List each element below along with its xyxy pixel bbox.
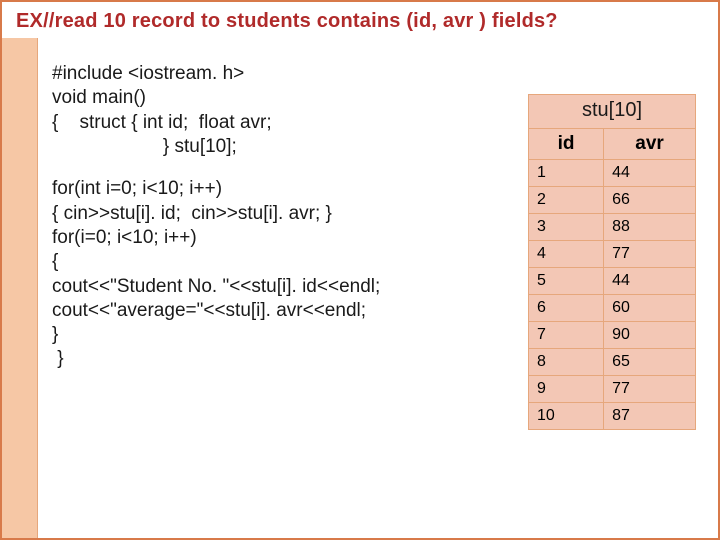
code-line: cout<<"average="<<stu[i]. avr<<endl; xyxy=(52,300,366,321)
table-row: 865 xyxy=(529,349,696,376)
code-line: cout<<"Student No. "<<stu[i]. id<<endl; xyxy=(52,276,380,297)
cell-id: 5 xyxy=(529,268,604,295)
code-content: #include <iostream. h> void main() { str… xyxy=(52,62,482,390)
code-line: { cin>>stu[i]. id; cin>>stu[i]. avr; } xyxy=(52,203,332,224)
cell-id: 4 xyxy=(529,241,604,268)
code-line: void main() xyxy=(52,87,146,108)
table-row: 660 xyxy=(529,295,696,322)
table-row: 790 xyxy=(529,322,696,349)
code-line: { xyxy=(52,251,58,272)
code-line: } xyxy=(52,324,58,345)
cell-avr: 44 xyxy=(604,268,696,295)
table-row: 1087 xyxy=(529,403,696,430)
code-block-1: #include <iostream. h> void main() { str… xyxy=(52,62,482,159)
code-line: for(i=0; i<10; i++) xyxy=(52,227,197,248)
cell-id: 8 xyxy=(529,349,604,376)
table-header-row: id avr xyxy=(529,129,696,160)
struct-caption: stu[10] xyxy=(528,94,696,128)
cell-avr: 88 xyxy=(604,214,696,241)
code-line: for(int i=0; i<10; i++) xyxy=(52,178,222,199)
cell-avr: 87 xyxy=(604,403,696,430)
code-block-2: for(int i=0; i<10; i++) { cin>>stu[i]. i… xyxy=(52,177,482,372)
cell-id: 6 xyxy=(529,295,604,322)
code-line: } stu[10]; xyxy=(52,136,237,157)
cell-id: 1 xyxy=(529,160,604,187)
cell-avr: 60 xyxy=(604,295,696,322)
cell-id: 9 xyxy=(529,376,604,403)
cell-id: 3 xyxy=(529,214,604,241)
code-line: } xyxy=(52,348,64,369)
table-row: 266 xyxy=(529,187,696,214)
data-side-panel: stu[10] id avr 144 266 388 477 544 660 7… xyxy=(528,94,696,430)
table-row: 544 xyxy=(529,268,696,295)
cell-avr: 44 xyxy=(604,160,696,187)
table-row: 477 xyxy=(529,241,696,268)
cell-avr: 77 xyxy=(604,241,696,268)
code-line: { struct { int id; float avr; xyxy=(52,112,272,133)
stu-table: id avr 144 266 388 477 544 660 790 865 9… xyxy=(528,128,696,430)
table-header-avr: avr xyxy=(604,129,696,160)
cell-id: 2 xyxy=(529,187,604,214)
table-header-id: id xyxy=(529,129,604,160)
table-row: 388 xyxy=(529,214,696,241)
cell-avr: 90 xyxy=(604,322,696,349)
cell-id: 10 xyxy=(529,403,604,430)
cell-avr: 65 xyxy=(604,349,696,376)
left-accent-bar xyxy=(2,38,38,538)
cell-avr: 66 xyxy=(604,187,696,214)
slide-title: EX//read 10 record to students contains … xyxy=(16,10,704,33)
cell-id: 7 xyxy=(529,322,604,349)
table-row: 144 xyxy=(529,160,696,187)
cell-avr: 77 xyxy=(604,376,696,403)
table-row: 977 xyxy=(529,376,696,403)
slide-frame: EX//read 10 record to students contains … xyxy=(0,0,720,540)
code-line: #include <iostream. h> xyxy=(52,63,244,84)
